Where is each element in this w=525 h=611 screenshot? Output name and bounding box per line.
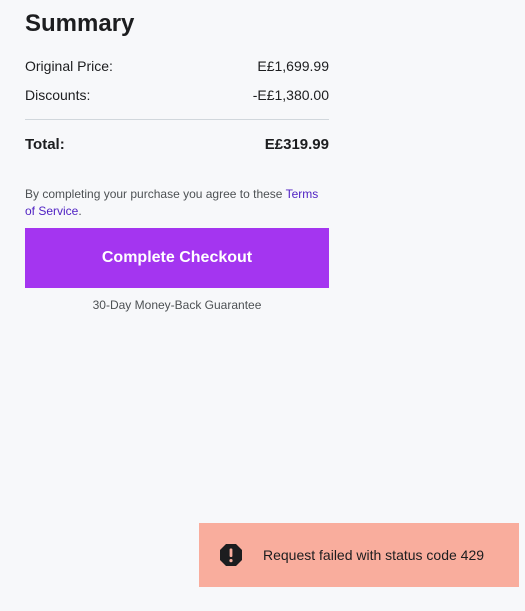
checkout-page: Summary Original Price: E£1,699.99 Disco…: [0, 0, 525, 611]
order-summary: Summary Original Price: E£1,699.99 Disco…: [25, 8, 329, 313]
discounts-label: Discounts:: [25, 87, 91, 103]
original-price-value: E£1,699.99: [257, 58, 329, 74]
total-label: Total:: [25, 136, 65, 153]
toast-message: Request failed with status code 429: [263, 547, 485, 563]
total-value: E£319.99: [264, 136, 329, 153]
terms-notice: By completing your purchase you agree to…: [25, 186, 329, 220]
money-back-guarantee: 30-Day Money-Back Guarantee: [92, 298, 262, 312]
original-price-label: Original Price:: [25, 58, 113, 74]
discounts-row: Discounts: -E£1,380.00: [25, 86, 329, 104]
error-toast[interactable]: Request failed with status code 429: [199, 523, 519, 587]
terms-suffix: .: [78, 204, 82, 218]
total-row: Total: E£319.99: [25, 134, 329, 156]
summary-title: Summary: [25, 10, 135, 37]
complete-checkout-button[interactable]: Complete Checkout: [25, 228, 329, 288]
original-price-row: Original Price: E£1,699.99: [25, 57, 329, 75]
terms-prefix: By completing your purchase you agree to…: [25, 187, 286, 201]
error-octagon-icon: [219, 543, 243, 567]
summary-divider: [25, 119, 329, 120]
discounts-value: -E£1,380.00: [252, 87, 329, 103]
